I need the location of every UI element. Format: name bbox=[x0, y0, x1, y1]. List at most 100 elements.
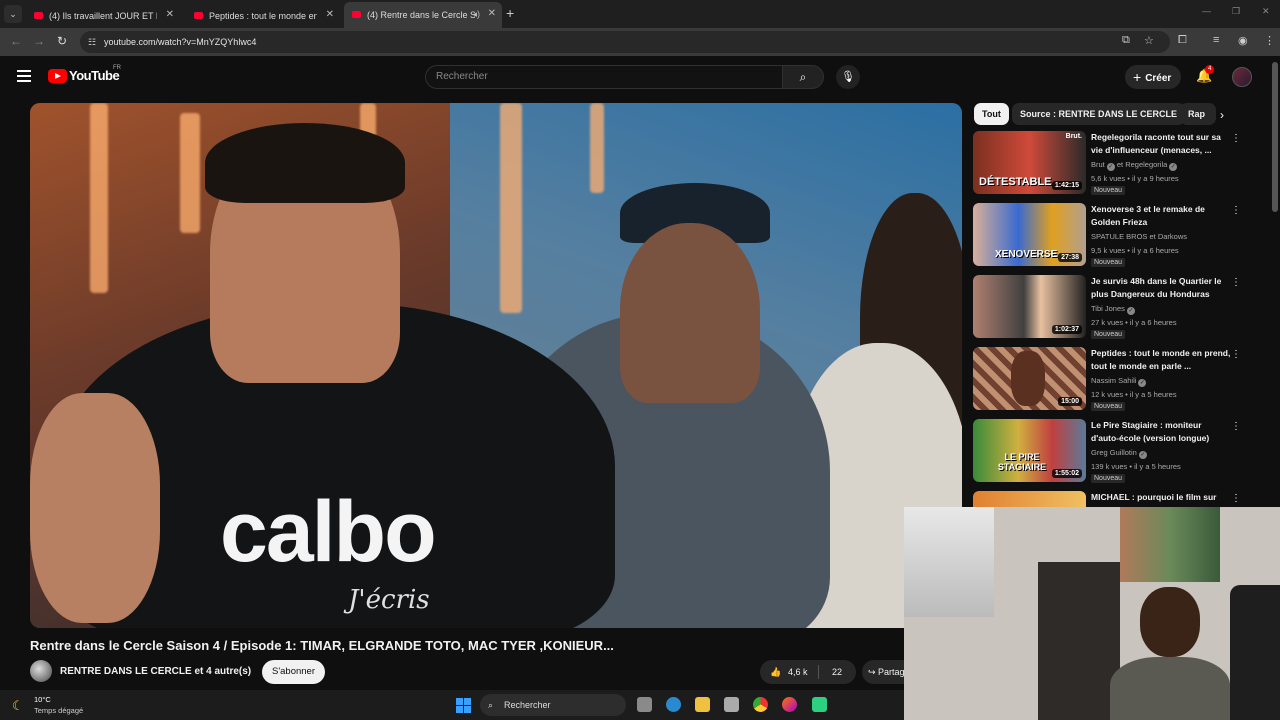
video-frame: calbo J'écris bbox=[30, 103, 962, 628]
search-button[interactable]: ⌕ bbox=[782, 65, 824, 89]
task-view-icon[interactable] bbox=[637, 697, 652, 712]
chevron-right-icon[interactable]: › bbox=[1220, 108, 1224, 122]
new-tab-icon[interactable]: + bbox=[506, 5, 514, 21]
more-options-icon[interactable]: ⋮ bbox=[1231, 133, 1241, 144]
hair-left bbox=[205, 123, 405, 203]
browser-menu-icon[interactable]: ⋮ bbox=[1264, 34, 1275, 47]
recommendation-title[interactable]: Je survis 48h dans le Quartier le plus D… bbox=[1091, 275, 1231, 301]
video-thumbnail[interactable]: DÉTESTABLE Brut. 1:42:15 bbox=[973, 131, 1086, 194]
page-scrollbar[interactable] bbox=[1272, 62, 1278, 212]
youtube-masthead: YouTube FR Rechercher ⌕ 🎙 + Créer 🔔 4 bbox=[0, 56, 1280, 98]
recommendation-meta: 12 k vues • il y a 5 heures bbox=[1091, 390, 1177, 399]
site-info-icon[interactable]: ☷ bbox=[88, 31, 96, 53]
chip-source[interactable]: Source : RENTRE DANS LE CERCLE bbox=[1012, 103, 1186, 125]
more-options-icon[interactable]: ⋮ bbox=[1231, 205, 1241, 216]
create-label: Créer bbox=[1145, 73, 1172, 84]
recommendation-title[interactable]: Xenoverse 3 et le remake de Golden Friez… bbox=[1091, 203, 1231, 229]
channel-label: Brut bbox=[1091, 160, 1105, 169]
recommendation-meta: 27 k vues • il y a 6 heures bbox=[1091, 318, 1177, 327]
browser-tab-1[interactable]: (4) Ils travaillent JOUR ET NUIT ✕ bbox=[26, 4, 180, 26]
more-options-icon[interactable]: ⋮ bbox=[1231, 493, 1241, 504]
recommendation-channel[interactable]: SPATULE BROS et Darkows bbox=[1091, 232, 1187, 241]
browser-tab-2[interactable]: Peptides : tout le monde en pre ✕ bbox=[186, 4, 340, 26]
profile-icon[interactable]: ◉ bbox=[1238, 34, 1248, 47]
recommendation-channel[interactable]: Nassim Sahili ✓ bbox=[1091, 376, 1147, 387]
recommendation-item[interactable]: LE PIRE STAGIAIRE 1:55:02 Le Pire Stagia… bbox=[973, 419, 1243, 485]
like-count[interactable]: 4,6 k bbox=[788, 660, 808, 684]
recommendation-item[interactable]: 15:00 Peptides : tout le monde en prend,… bbox=[973, 347, 1243, 413]
video-thumbnail[interactable]: LE PIRE STAGIAIRE 1:55:02 bbox=[973, 419, 1086, 482]
recommendation-item[interactable]: XENOVERSE 27:38 Xenoverse 3 et le remake… bbox=[973, 203, 1243, 269]
video-thumbnail[interactable]: 1:02:37 bbox=[973, 275, 1086, 338]
notifications-button[interactable]: 🔔 4 bbox=[1196, 65, 1215, 84]
thumbnail-person bbox=[1011, 351, 1045, 406]
extensions-icon[interactable]: ⧠ bbox=[1178, 34, 1187, 47]
taskbar-search[interactable]: ⌕ Rechercher bbox=[480, 694, 626, 716]
hand-left bbox=[30, 393, 160, 623]
media-control-icon[interactable]: ≡ bbox=[1213, 34, 1219, 46]
browser-tab-3-active[interactable]: (4) Rentre dans le Cercle Sa ◂) ✕ bbox=[344, 2, 502, 28]
wall-poster bbox=[1120, 507, 1220, 582]
firefox-icon[interactable] bbox=[782, 697, 797, 712]
arrow-left-icon[interactable]: ← bbox=[10, 34, 22, 48]
comment-count[interactable]: 22 bbox=[832, 660, 842, 684]
close-tab-icon[interactable]: ✕ bbox=[326, 4, 334, 26]
voice-search-button[interactable]: 🎙 bbox=[836, 65, 860, 89]
bookmark-star-icon[interactable]: ☆ bbox=[1144, 34, 1154, 47]
windows-start-icon[interactable] bbox=[456, 698, 471, 713]
thumbnail-text: DÉTESTABLE bbox=[979, 176, 1052, 188]
recommendation-title[interactable]: Regelegorila raconte tout sur sa vie d'i… bbox=[1091, 131, 1231, 157]
close-tab-icon[interactable]: ✕ bbox=[488, 2, 496, 26]
hamburger-menu-icon[interactable] bbox=[17, 70, 31, 82]
chip-rap[interactable]: Rap bbox=[1180, 103, 1216, 125]
store-icon[interactable] bbox=[724, 697, 739, 712]
weather-description[interactable]: Temps dégagé bbox=[34, 706, 83, 715]
close-window-icon[interactable]: ✕ bbox=[1262, 6, 1270, 17]
recommendation-item[interactable]: MICHAEL : pourquoi le film sur ⋮ bbox=[973, 491, 1243, 507]
app-icon[interactable] bbox=[812, 697, 827, 712]
create-button[interactable]: + Créer bbox=[1125, 65, 1181, 89]
recommendation-channel[interactable]: Tibi Jones ✓ bbox=[1091, 304, 1135, 315]
more-options-icon[interactable]: ⋮ bbox=[1231, 421, 1241, 432]
youtube-favicon-icon bbox=[34, 12, 43, 20]
video-duration: 1:55:02 bbox=[1051, 469, 1082, 478]
recommendation-title[interactable]: Le Pire Stagiaire : moniteur d'auto-écol… bbox=[1091, 419, 1231, 445]
address-bar[interactable]: ☷ youtube.com/watch?v=MnYZQYhlwc4 bbox=[80, 31, 1170, 53]
close-tab-icon[interactable]: ✕ bbox=[166, 4, 174, 26]
search-input[interactable]: Rechercher bbox=[425, 65, 782, 89]
recommendation-title[interactable]: MICHAEL : pourquoi le film sur bbox=[1091, 491, 1231, 504]
channel-label: Nassim Sahili bbox=[1091, 376, 1137, 385]
file-explorer-icon[interactable] bbox=[695, 697, 710, 712]
maximize-icon[interactable]: ❐ bbox=[1232, 6, 1240, 17]
moon-weather-icon[interactable]: ☾ bbox=[12, 698, 24, 714]
video-thumbnail[interactable]: XENOVERSE 27:38 bbox=[973, 203, 1086, 266]
verified-icon: ✓ bbox=[1169, 163, 1178, 171]
recommendation-item[interactable]: DÉTESTABLE Brut. 1:42:15 Regelegorila ra… bbox=[973, 131, 1243, 197]
reload-icon[interactable]: ↻ bbox=[57, 34, 67, 48]
channel-name[interactable]: RENTRE DANS LE CERCLE et 4 autre(s) bbox=[60, 666, 251, 677]
channel-avatar[interactable] bbox=[30, 660, 52, 682]
thumbs-up-icon[interactable]: 👍 bbox=[770, 660, 781, 684]
share-button[interactable]: ↪ Partager bbox=[862, 660, 906, 684]
speaker-icon[interactable]: ◂) bbox=[472, 2, 480, 26]
account-avatar[interactable] bbox=[1232, 67, 1252, 87]
minimize-icon[interactable]: — bbox=[1202, 6, 1211, 16]
recommendation-title[interactable]: Peptides : tout le monde en prend, tout … bbox=[1091, 347, 1231, 373]
weather-temperature[interactable]: 10°C bbox=[34, 695, 51, 704]
edge-icon[interactable] bbox=[666, 697, 681, 712]
subscribe-button[interactable]: S'abonner bbox=[262, 660, 325, 684]
video-thumbnail[interactable] bbox=[973, 491, 1086, 507]
chrome-icon[interactable] bbox=[753, 697, 768, 712]
video-player[interactable]: calbo J'écris bbox=[30, 103, 962, 628]
install-app-icon[interactable]: ⧉ bbox=[1122, 34, 1130, 47]
chip-all[interactable]: Tout bbox=[974, 103, 1009, 125]
recommendation-item[interactable]: 1:02:37 Je survis 48h dans le Quartier l… bbox=[973, 275, 1243, 341]
recommendation-channel[interactable]: Brut ✓ et Regelegorila ✓ bbox=[1091, 160, 1178, 171]
tab-search-menu-icon[interactable]: ⌄ bbox=[4, 5, 22, 23]
video-thumbnail[interactable]: 15:00 bbox=[973, 347, 1086, 410]
more-options-icon[interactable]: ⋮ bbox=[1231, 277, 1241, 288]
more-options-icon[interactable]: ⋮ bbox=[1231, 349, 1241, 360]
channel-label: Tibi Jones bbox=[1091, 304, 1125, 313]
arrow-right-icon[interactable]: → bbox=[33, 34, 45, 48]
recommendation-channel[interactable]: Greg Guillotin ✓ bbox=[1091, 448, 1147, 459]
